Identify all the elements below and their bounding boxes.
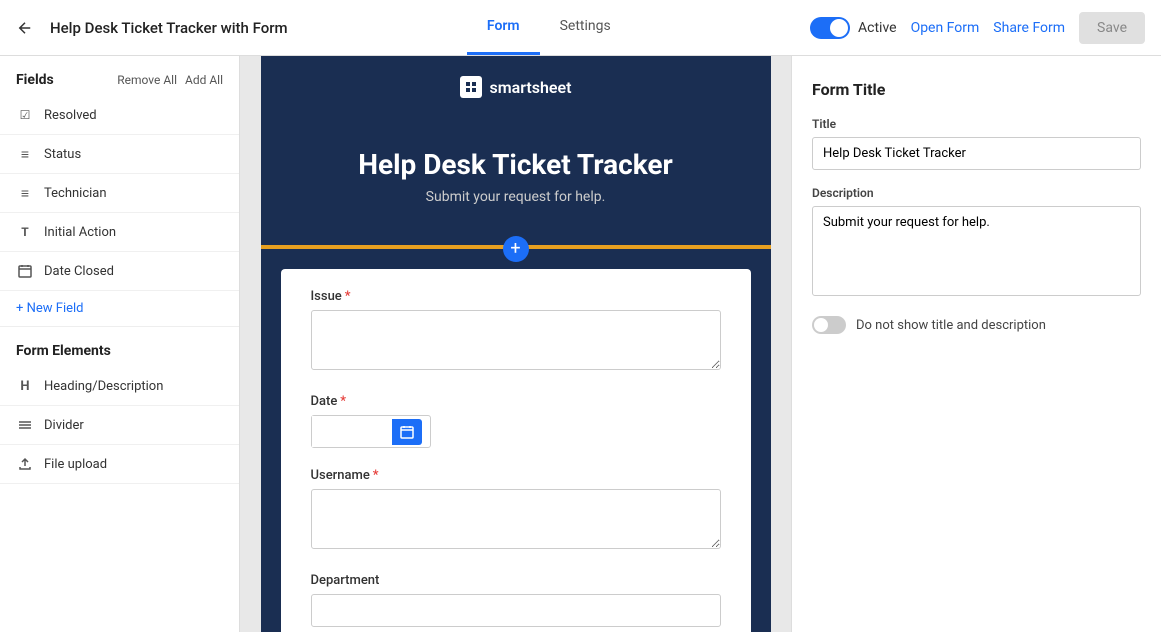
save-button[interactable]: Save [1079,12,1145,44]
element-item-heading[interactable]: H Heading/Description [0,367,239,406]
smartsheet-logo: smartsheet [460,76,572,98]
username-required-star: * [373,468,379,483]
field-item-date-closed[interactable]: Date Closed [0,252,239,291]
toggle-knob [830,19,848,37]
active-toggle-wrap: Active [810,17,897,39]
right-panel: Form Title Title Description Submit your… [791,56,1161,632]
hide-title-toggle-wrap: Do not show title and description [812,316,1141,334]
top-actions: Active Open Form Share Form Save [810,12,1145,44]
calendar-icon[interactable] [392,419,422,445]
element-label-heading: Heading/Description [44,379,163,394]
tab-settings[interactable]: Settings [540,0,631,55]
department-label: Department [311,573,721,588]
element-label-file-upload: File upload [44,457,107,472]
date-required-star: * [340,394,346,409]
upload-icon [16,455,34,473]
date-input[interactable] [312,416,392,447]
date-input-wrap [311,415,431,448]
field-label-status: Status [44,147,81,162]
form-subtitle: Submit your request for help. [281,189,751,205]
field-item-initial-action[interactable]: T Initial Action [0,213,239,252]
description-textarea[interactable]: Submit your request for help. [812,206,1141,296]
form-elements-title: Form Elements [0,326,239,367]
top-bar: Help Desk Ticket Tracker with Form Form … [0,0,1161,56]
right-panel-title: Form Title [812,80,1141,99]
open-form-button[interactable]: Open Form [911,20,980,36]
description-label: Description [812,186,1141,200]
checkbox-icon: ☑ [16,106,34,124]
issue-field: Issue * [311,289,721,374]
field-label-date-closed: Date Closed [44,264,114,279]
issue-required-star: * [345,289,351,304]
active-label: Active [858,20,897,36]
username-field: Username * [311,468,721,553]
element-item-file-upload[interactable]: File upload [0,445,239,484]
share-form-button[interactable]: Share Form [993,20,1065,36]
divider-icon [16,416,34,434]
tab-form[interactable]: Form [467,0,540,55]
app-title: Help Desk Ticket Tracker with Form [50,19,288,37]
department-field: Department [311,573,721,627]
field-item-resolved[interactable]: ☑ Resolved [0,96,239,135]
fields-section-header: Fields Remove All Add All [0,56,239,96]
form-wrapper: smartsheet Help Desk Ticket Tracker Subm… [261,56,771,632]
list-icon-tech: ≡ [16,184,34,202]
field-label-resolved: Resolved [44,108,97,123]
date-icon [16,262,34,280]
issue-label: Issue * [311,289,721,304]
text-icon: T [16,223,34,241]
form-body: Issue * Date * [261,249,771,632]
tab-container: Form Settings [304,0,794,55]
back-button[interactable] [16,19,34,37]
ss-logo-icon [460,76,482,98]
title-label: Title [812,117,1141,131]
issue-input[interactable] [311,310,721,370]
date-field: Date * [311,394,721,448]
add-section-area: + [261,236,771,262]
hide-title-label: Do not show title and description [856,318,1046,333]
form-logo-header: smartsheet [261,56,771,118]
hide-title-toggle[interactable] [812,316,846,334]
active-toggle[interactable] [810,17,850,39]
main-layout: Fields Remove All Add All ☑ Resolved ≡ S… [0,56,1161,632]
remove-all-button[interactable]: Remove All [117,73,177,87]
element-item-divider[interactable]: Divider [0,406,239,445]
logo-text: smartsheet [490,78,572,97]
field-label-technician: Technician [44,186,107,201]
department-input[interactable] [311,594,721,627]
hide-title-toggle-knob [814,318,828,332]
add-section-button[interactable]: + [503,236,529,262]
username-label: Username * [311,468,721,483]
form-title-section: Help Desk Ticket Tracker Submit your req… [261,118,771,249]
form-card: Issue * Date * [281,269,751,632]
form-main-title: Help Desk Ticket Tracker [281,148,751,181]
list-icon-status: ≡ [16,145,34,163]
title-input[interactable] [812,137,1141,170]
left-sidebar: Fields Remove All Add All ☑ Resolved ≡ S… [0,56,240,632]
element-label-divider: Divider [44,418,84,433]
field-item-status[interactable]: ≡ Status [0,135,239,174]
fields-title: Fields [16,72,54,88]
username-input[interactable] [311,489,721,549]
field-label-initial-action: Initial Action [44,225,116,240]
heading-icon: H [16,377,34,395]
field-section-actions: Remove All Add All [117,73,223,87]
add-all-button[interactable]: Add All [185,73,223,87]
field-item-technician[interactable]: ≡ Technician [0,174,239,213]
form-preview: smartsheet Help Desk Ticket Tracker Subm… [240,56,791,632]
date-label: Date * [311,394,721,409]
new-field-button[interactable]: + New Field [0,291,239,326]
